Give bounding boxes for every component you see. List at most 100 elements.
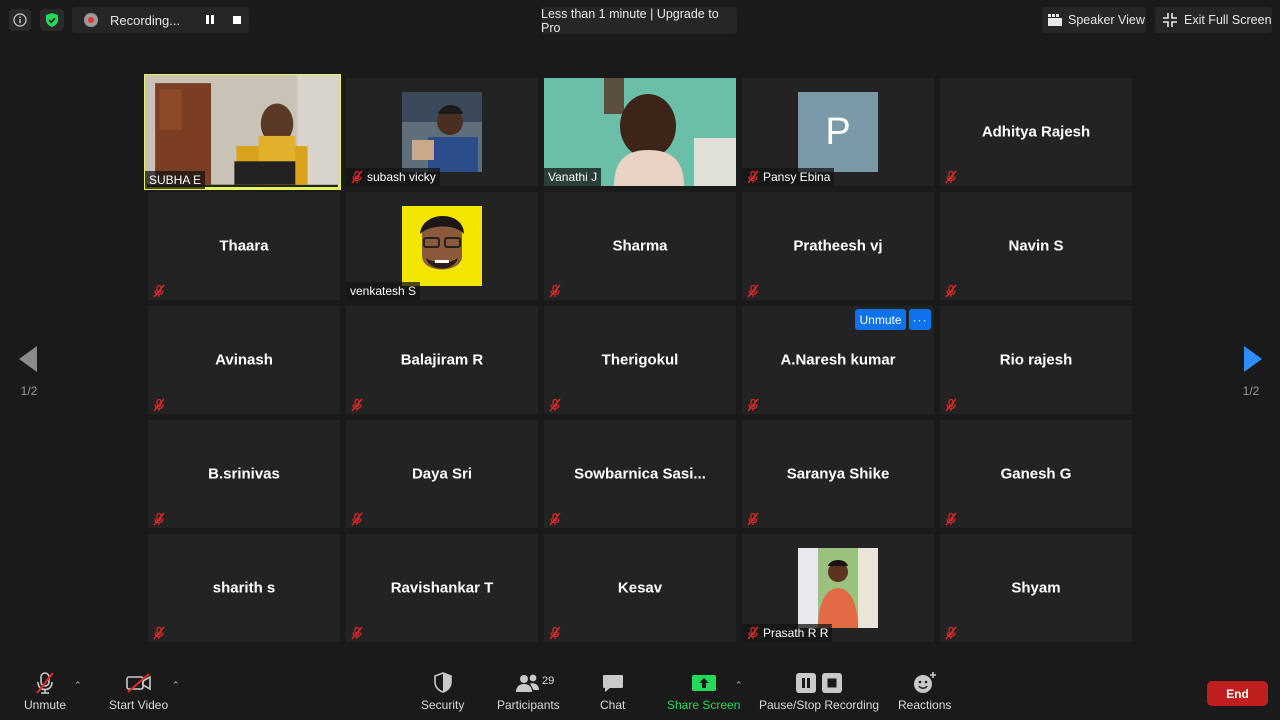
participant-video xyxy=(402,92,482,172)
share-options-chevron-icon[interactable]: ⌃ xyxy=(735,680,743,691)
arrow-left-icon xyxy=(19,346,37,372)
participant-tile[interactable]: Balajiram R xyxy=(346,306,538,414)
mute-indicator xyxy=(746,398,760,412)
participant-name-tag: subash vicky xyxy=(346,168,440,186)
stop-recording-icon[interactable] xyxy=(233,16,241,24)
ask-to-unmute-button[interactable]: Unmute xyxy=(855,309,906,330)
participant-tile[interactable]: Prasath R R xyxy=(742,534,934,642)
participants-label: Participants xyxy=(497,698,560,712)
stop-icon xyxy=(822,673,843,693)
pause-stop-recording-button[interactable]: Pause/Stop Recording xyxy=(759,668,879,712)
participant-name: subash vicky xyxy=(367,170,436,184)
mic-muted-icon xyxy=(945,284,957,298)
share-screen-button[interactable]: Share Screen xyxy=(667,668,740,712)
chat-button[interactable]: Chat xyxy=(600,668,625,712)
participant-tile[interactable]: P Pansy Ebina xyxy=(742,78,934,186)
mute-indicator xyxy=(152,512,166,526)
reactions-button[interactable]: Reactions xyxy=(898,668,951,712)
video-options-chevron-icon[interactable]: ⌃ xyxy=(172,680,180,691)
participant-tile[interactable]: subash vicky xyxy=(346,78,538,186)
unmute-button[interactable]: Unmute xyxy=(24,668,66,712)
info-icon xyxy=(13,13,27,27)
mute-indicator xyxy=(944,398,958,412)
mic-muted-icon xyxy=(549,284,561,298)
mute-indicator xyxy=(350,398,364,412)
next-page-button[interactable]: 1/2 xyxy=(1222,320,1280,404)
participant-tile[interactable]: Ravishankar T xyxy=(346,534,538,642)
participant-name: venkatesh S xyxy=(350,284,417,298)
start-video-label: Start Video xyxy=(109,698,169,712)
participant-tile[interactable]: Navin S xyxy=(940,192,1132,300)
pause-recording-icon[interactable] xyxy=(206,15,214,24)
participant-tile[interactable]: Sowbarnica Sasi... xyxy=(544,420,736,528)
exit-fullscreen-label: Exit Full Screen xyxy=(1184,13,1272,27)
mic-muted-icon xyxy=(549,512,561,526)
participant-name-tag: Pansy Ebina xyxy=(742,168,835,186)
participant-tile[interactable]: Pratheesh vj xyxy=(742,192,934,300)
mute-indicator xyxy=(152,626,166,640)
chat-label: Chat xyxy=(600,698,626,712)
participant-name-tag: Vanathi J xyxy=(544,168,602,186)
participant-name: Kesav xyxy=(617,579,663,597)
shield-check-icon xyxy=(46,13,58,27)
participant-tile[interactable]: Saranya Shike xyxy=(742,420,934,528)
participant-tile[interactable]: Sharma xyxy=(544,192,736,300)
participant-tile[interactable]: Shyam xyxy=(940,534,1132,642)
pause-icon xyxy=(796,673,817,693)
mic-muted-icon xyxy=(153,398,165,412)
mute-indicator xyxy=(548,512,562,526)
shield-icon xyxy=(433,672,452,693)
participant-tile[interactable]: Thaara xyxy=(148,192,340,300)
speaker-view-button[interactable]: Speaker View xyxy=(1042,7,1146,33)
mic-muted-icon xyxy=(945,170,957,184)
participant-name: Navin S xyxy=(1008,237,1064,255)
mic-muted-icon xyxy=(747,512,759,526)
participant-tile[interactable]: B.srinivas xyxy=(148,420,340,528)
participant-tile[interactable]: Ganesh G xyxy=(940,420,1132,528)
avatar: P xyxy=(798,92,878,172)
exit-fullscreen-button[interactable]: Exit Full Screen xyxy=(1155,7,1272,33)
participant-name: Balajiram R xyxy=(400,351,484,369)
audio-options-chevron-icon[interactable]: ⌃ xyxy=(74,680,82,691)
participant-tile[interactable]: Rio rajesh xyxy=(940,306,1132,414)
mute-indicator xyxy=(944,512,958,526)
participant-name: Pansy Ebina xyxy=(763,170,831,184)
participant-tile[interactable]: Vanathi J xyxy=(544,78,736,186)
mute-indicator xyxy=(548,398,562,412)
meeting-timer-banner[interactable]: Less than 1 minute | Upgrade to Pro xyxy=(541,7,737,35)
encryption-status[interactable] xyxy=(40,9,64,31)
mic-muted-icon xyxy=(153,626,165,640)
participant-tile[interactable]: sharith s xyxy=(148,534,340,642)
mic-muted-icon xyxy=(945,512,957,526)
meeting-info-button[interactable] xyxy=(9,9,31,31)
mic-muted-icon xyxy=(351,512,363,526)
unmute-label: Unmute xyxy=(24,698,67,712)
previous-page-button[interactable]: 1/2 xyxy=(0,320,58,404)
start-video-button[interactable]: Start Video xyxy=(109,668,168,712)
security-button[interactable]: Security xyxy=(421,668,464,712)
participant-tile[interactable]: Kesav xyxy=(544,534,736,642)
mic-muted-icon xyxy=(351,626,363,640)
participant-tile[interactable]: Adhitya Rajesh xyxy=(940,78,1132,186)
participant-name: Shyam xyxy=(1011,579,1061,597)
mic-muted-icon xyxy=(351,398,363,412)
mic-muted-icon xyxy=(351,170,363,184)
mic-muted-icon xyxy=(747,626,759,640)
mic-muted-icon xyxy=(747,398,759,412)
participant-name: Pratheesh vj xyxy=(793,237,883,255)
participant-more-button[interactable]: ··· xyxy=(909,309,931,330)
recording-indicator: Recording... xyxy=(72,7,249,33)
avatar-letter: P xyxy=(825,110,851,153)
participant-tile[interactable]: venkatesh S xyxy=(346,192,538,300)
participant-name-tag: venkatesh S xyxy=(346,282,421,300)
participant-tile[interactable]: Therigokul xyxy=(544,306,736,414)
participant-tile[interactable]: Daya Sri xyxy=(346,420,538,528)
participant-name-tag: Prasath R R xyxy=(742,624,833,642)
participant-tile[interactable]: Avinash xyxy=(148,306,340,414)
end-meeting-button[interactable]: End xyxy=(1207,681,1268,706)
participant-tile[interactable]: SUBHA E xyxy=(144,74,341,190)
participant-name: Prasath R R xyxy=(763,626,829,640)
exit-fullscreen-icon xyxy=(1163,13,1177,27)
participant-name: SUBHA E xyxy=(149,173,202,187)
mic-muted-icon xyxy=(153,512,165,526)
